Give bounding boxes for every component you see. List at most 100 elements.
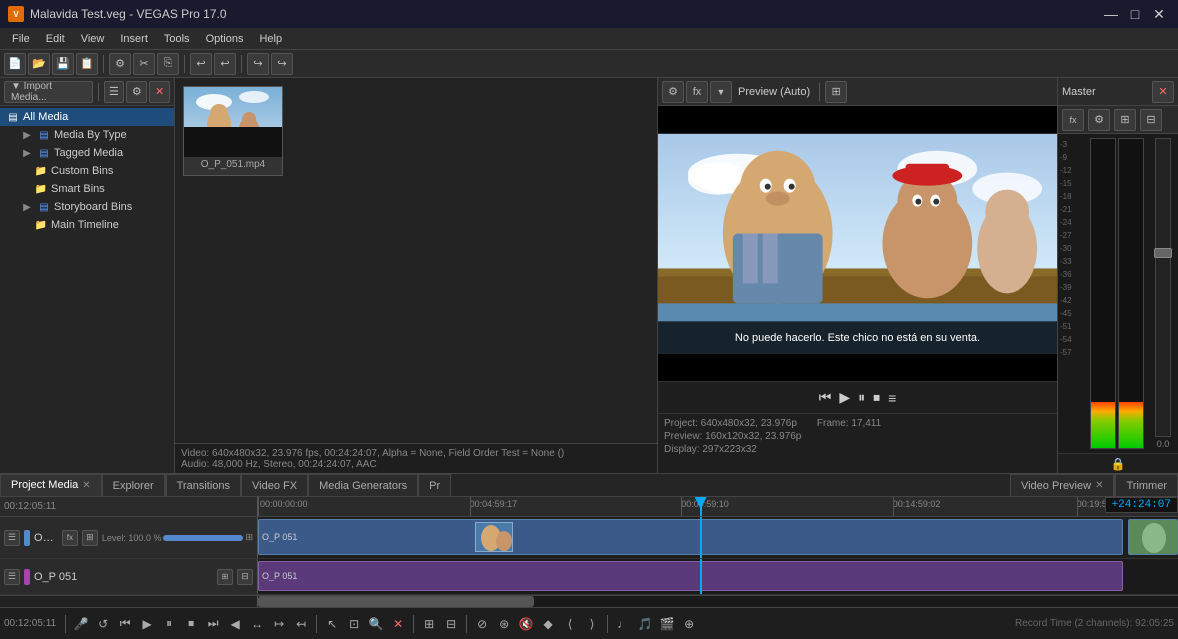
mixer-fx-btn[interactable]: fx <box>1062 109 1084 131</box>
settings-btn[interactable]: ⚙ <box>109 53 131 75</box>
tab-pr[interactable]: Pr <box>418 474 451 496</box>
track-lock-btn-v[interactable]: ⊞ <box>82 530 98 546</box>
menu-options[interactable]: Options <box>198 31 252 47</box>
media-thumb-op051[interactable]: No puede hacerlo. Este chico no... O_P_0… <box>183 86 283 176</box>
cursor-btn[interactable]: ↖ <box>322 614 342 634</box>
tab-trimmer[interactable]: Trimmer <box>1115 474 1178 496</box>
tree-item-custom-bins[interactable]: 📁 Custom Bins <box>0 162 174 180</box>
play-btn[interactable]: ▶ <box>839 389 850 406</box>
menu-edit[interactable]: Edit <box>38 31 73 47</box>
preview-mode-btn[interactable]: ▼ <box>710 81 732 103</box>
media-settings-btn[interactable]: ⚙ <box>126 81 147 103</box>
preview-fx-btn[interactable]: fx <box>686 81 708 103</box>
video-clip-end[interactable] <box>1128 519 1178 555</box>
mute-btn[interactable]: 🔇 <box>516 614 536 634</box>
keyframe-btn[interactable]: ◆ <box>538 614 558 634</box>
tab-transitions[interactable]: Transitions <box>166 474 241 496</box>
beat-btn[interactable]: ♩ <box>613 614 633 634</box>
play-prev-btn[interactable]: ⏮ <box>115 614 135 634</box>
save-as-btn[interactable]: 📋 <box>76 53 98 75</box>
hscroll-track[interactable] <box>258 596 1178 607</box>
undo-btn[interactable]: ↩ <box>190 53 212 75</box>
view-btn[interactable]: ☰ <box>104 81 125 103</box>
track-settings-btn-a[interactable]: ⊟ <box>237 569 253 585</box>
tree-item-storyboard-bins[interactable]: ▶ ▤ Storyboard Bins <box>0 198 174 216</box>
out-btn[interactable]: ⟩ <box>582 614 602 634</box>
tab-project-media[interactable]: Project Media ✕ <box>0 474 102 496</box>
copy-btn[interactable]: ⎘ <box>157 53 179 75</box>
new-btn[interactable]: 📄 <box>4 53 26 75</box>
rewind-btn[interactable]: ↺ <box>93 614 113 634</box>
audio-clip-main[interactable]: O_P 051 <box>258 561 1123 591</box>
menu-help[interactable]: Help <box>251 31 290 47</box>
track-color-btn-v[interactable] <box>24 530 30 546</box>
audio-btn[interactable]: 🎵 <box>635 614 655 634</box>
tab-explorer[interactable]: Explorer <box>102 474 165 496</box>
fader-track[interactable] <box>1155 138 1171 437</box>
menu-insert[interactable]: Insert <box>112 31 156 47</box>
track-menu-btn-v[interactable]: ☰ <box>4 530 20 546</box>
fader-handle[interactable] <box>1154 248 1172 258</box>
hscroll-thumb[interactable] <box>258 596 534 607</box>
video-track-content[interactable]: O_P 051 <box>258 517 1178 558</box>
tree-item-tagged-media[interactable]: ▶ ▤ Tagged Media <box>0 144 174 162</box>
video-btn[interactable]: 🎬 <box>657 614 677 634</box>
cut-btn[interactable]: ✂ <box>133 53 155 75</box>
redo-btn[interactable]: ↪ <box>247 53 269 75</box>
import-media-btn[interactable]: ▼ Import Media... <box>4 81 93 103</box>
play-next-btn[interactable]: ⏭ <box>203 614 223 634</box>
mixer-io-btn[interactable]: ⊞ <box>1114 109 1136 131</box>
mixer-close-btn[interactable]: ✕ <box>1152 81 1174 103</box>
overlay-btn[interactable]: ⊕ <box>679 614 699 634</box>
pause-btn[interactable]: ⏸ <box>858 389 865 406</box>
play-btn-t[interactable]: ▶ <box>137 614 157 634</box>
tab-project-media-close[interactable]: ✕ <box>82 480 90 491</box>
open-btn[interactable]: 📂 <box>28 53 50 75</box>
close-button[interactable]: ✕ <box>1148 3 1170 25</box>
split-btn[interactable]: ⊘ <box>472 614 492 634</box>
maximize-button[interactable]: □ <box>1124 3 1146 25</box>
tab-video-fx[interactable]: Video FX <box>241 474 308 496</box>
track-menu-btn-a[interactable]: ☰ <box>4 569 20 585</box>
tab-video-preview-close[interactable]: ✕ <box>1095 480 1103 491</box>
mixer-eq-btn[interactable]: ⚙ <box>1088 109 1110 131</box>
mixer-send-btn[interactable]: ⊟ <box>1140 109 1162 131</box>
pause-btn-t[interactable]: ⏸ <box>159 614 179 634</box>
mark-in-btn[interactable]: ↦ <box>269 614 289 634</box>
snap-btn[interactable]: ⊞ <box>419 614 439 634</box>
track-fx-btn-v[interactable]: fx <box>62 530 78 546</box>
tree-item-main-timeline[interactable]: 📁 Main Timeline <box>0 216 174 234</box>
select-btn[interactable]: ⊡ <box>344 614 364 634</box>
redo2-btn[interactable]: ↪ <box>271 53 293 75</box>
menu-file[interactable]: File <box>4 31 38 47</box>
tree-item-media-by-type[interactable]: ▶ ▤ Media By Type <box>0 126 174 144</box>
slow-btn[interactable]: ◀ <box>225 614 245 634</box>
timeline-ruler[interactable]: 00:00:00:00 00:04:59:17 00:09:59:10 00:1… <box>258 497 1178 516</box>
window-controls[interactable]: — □ ✕ <box>1100 3 1170 25</box>
preview-settings-btn[interactable]: ⚙ <box>662 81 684 103</box>
tree-item-smart-bins[interactable]: 📁 Smart Bins <box>0 180 174 198</box>
more-btn[interactable]: ≡ <box>888 390 896 406</box>
undo2-btn[interactable]: ↩ <box>214 53 236 75</box>
minimize-button[interactable]: — <box>1100 3 1122 25</box>
record-btn[interactable]: 🎤 <box>71 614 91 634</box>
tab-media-generators[interactable]: Media Generators <box>308 474 418 496</box>
tab-video-preview[interactable]: Video Preview ✕ <box>1010 474 1115 496</box>
track-fx-btn-a[interactable]: ⊞ <box>217 569 233 585</box>
media-close-btn[interactable]: ✕ <box>149 81 170 103</box>
in-btn[interactable]: ⟨ <box>560 614 580 634</box>
menu-view[interactable]: View <box>73 31 113 47</box>
preview-grid-btn[interactable]: ⊞ <box>825 81 847 103</box>
timeline-hscroll[interactable] <box>0 595 1178 607</box>
loop-btn[interactable]: ↔ <box>247 614 267 634</box>
audio-track-content[interactable]: O_P 051 <box>258 559 1178 594</box>
stop-btn-t[interactable]: ⏹ <box>181 614 201 634</box>
trim-btn[interactable]: ⊛ <box>494 614 514 634</box>
track-color-btn-a[interactable] <box>24 569 30 585</box>
save-btn[interactable]: 💾 <box>52 53 74 75</box>
ripple-btn[interactable]: ⊟ <box>441 614 461 634</box>
mark-out-btn[interactable]: ↤ <box>291 614 311 634</box>
video-clip-main[interactable]: O_P 051 <box>258 519 1123 555</box>
zoom-btn[interactable]: 🔍 <box>366 614 386 634</box>
stop-btn[interactable]: ⏹ <box>873 389 880 406</box>
